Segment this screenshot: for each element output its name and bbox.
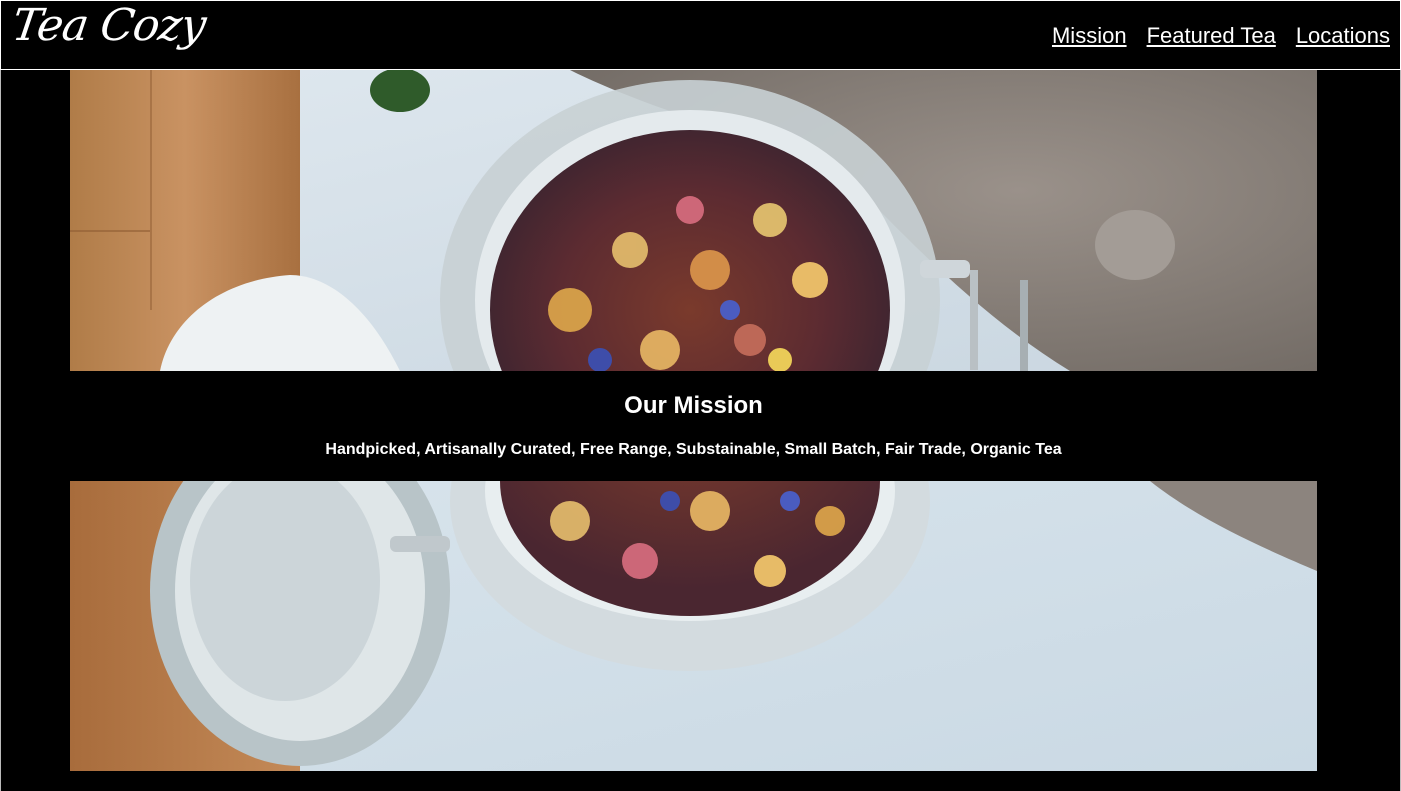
mission-title: Our Mission: [624, 392, 763, 419]
hero-image-top: [70, 70, 1317, 371]
site-header: Tea Cozy Mission Featured Tea Locations: [0, 0, 1401, 70]
frame-border-left: [0, 69, 1, 791]
nav-link-locations[interactable]: Locations: [1296, 23, 1390, 49]
main-nav: Mission Featured Tea Locations: [1052, 23, 1390, 49]
nav-link-featured-tea[interactable]: Featured Tea: [1147, 23, 1276, 49]
hero-image-bottom: [70, 481, 1317, 771]
mission-section: Our Mission Handpicked, Artisanally Cura…: [70, 371, 1317, 481]
logo[interactable]: Tea Cozy: [8, 0, 209, 57]
page: Tea Cozy Mission Featured Tea Locations: [0, 0, 1401, 791]
mission-text: Handpicked, Artisanally Curated, Free Ra…: [325, 441, 1062, 458]
nav-link-mission[interactable]: Mission: [1052, 23, 1127, 49]
